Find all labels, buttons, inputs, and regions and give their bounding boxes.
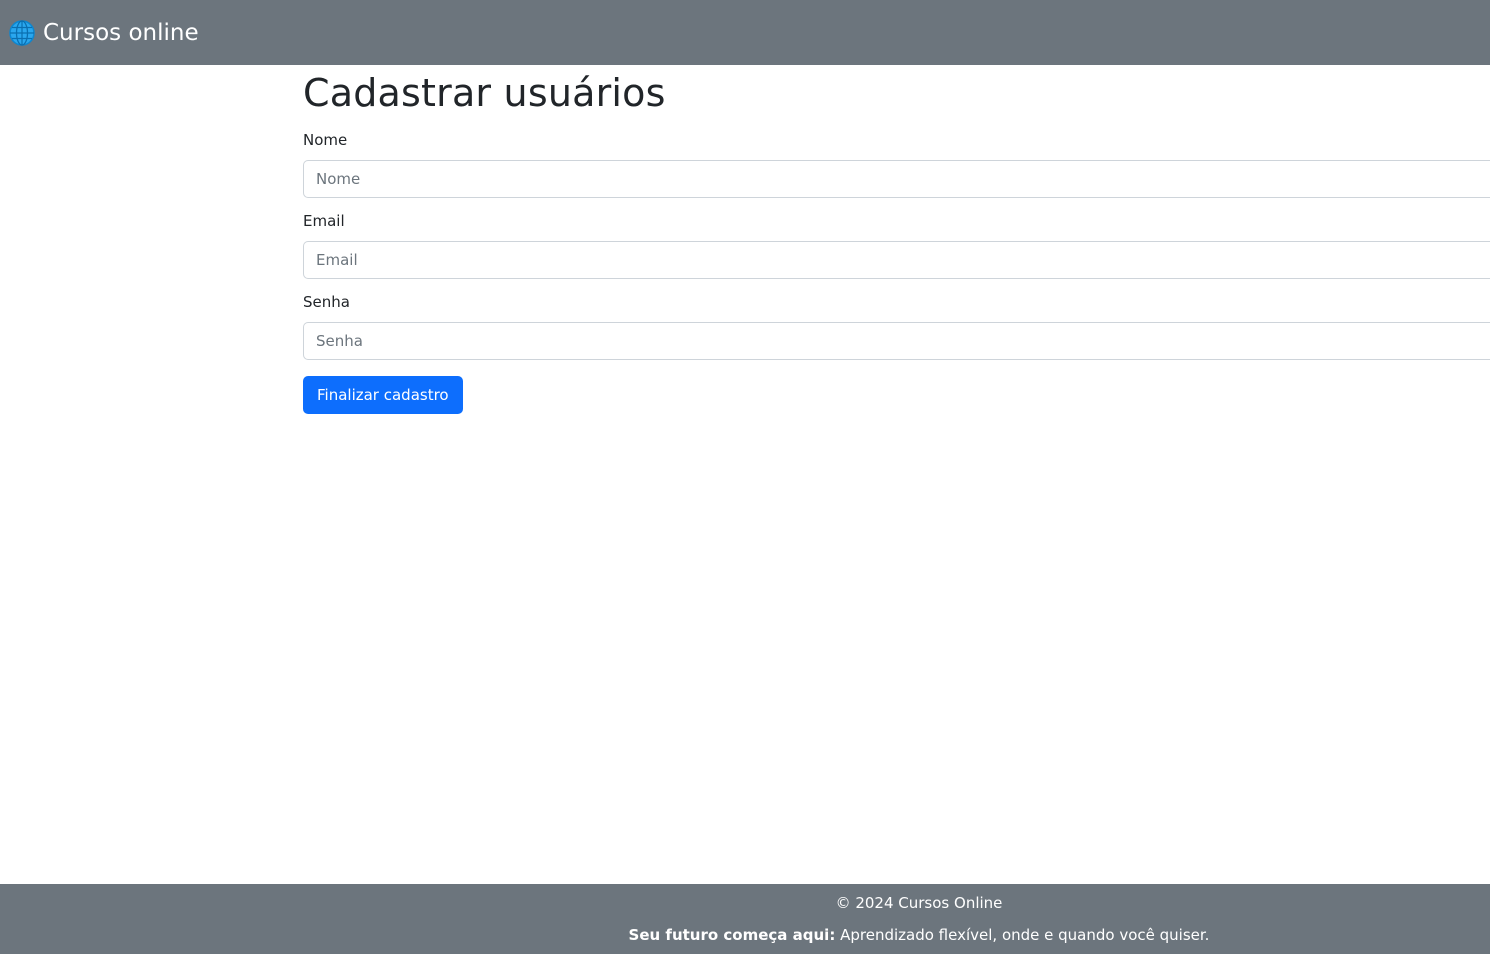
registration-section: Cadastrar usuários Nome Email Senha Fina… <box>303 65 1490 414</box>
password-label: Senha <box>303 292 350 311</box>
password-field-group: Senha <box>303 291 1490 360</box>
password-input[interactable] <box>303 321 1490 360</box>
footer-tagline-bold: Seu futuro começa aqui: <box>628 926 836 944</box>
email-field-group: Email <box>303 210 1490 279</box>
submit-registration-button[interactable]: Finalizar cadastro <box>303 375 463 414</box>
name-input[interactable] <box>303 159 1490 198</box>
page-title: Cadastrar usuários <box>303 71 666 115</box>
footer-tagline: Seu futuro começa aqui: Aprendizado flex… <box>0 926 1490 944</box>
globe-icon <box>8 19 36 47</box>
registration-form: Nome Email Senha Finalizar cadastro <box>303 129 1490 414</box>
brand-link[interactable]: Cursos online <box>8 19 199 47</box>
footer-copyright: © 2024 Cursos Online <box>835 894 1003 912</box>
top-navbar: Cursos online <box>0 0 1490 65</box>
page-footer: © 2024 Cursos Online Seu futuro começa a… <box>0 884 1490 954</box>
email-label: Email <box>303 211 345 230</box>
name-label: Nome <box>303 130 348 149</box>
brand-label: Cursos online <box>43 19 199 46</box>
footer-tagline-text: Aprendizado flexível, onde e quando você… <box>835 926 1210 944</box>
name-field-group: Nome <box>303 129 1490 198</box>
email-input[interactable] <box>303 240 1490 279</box>
